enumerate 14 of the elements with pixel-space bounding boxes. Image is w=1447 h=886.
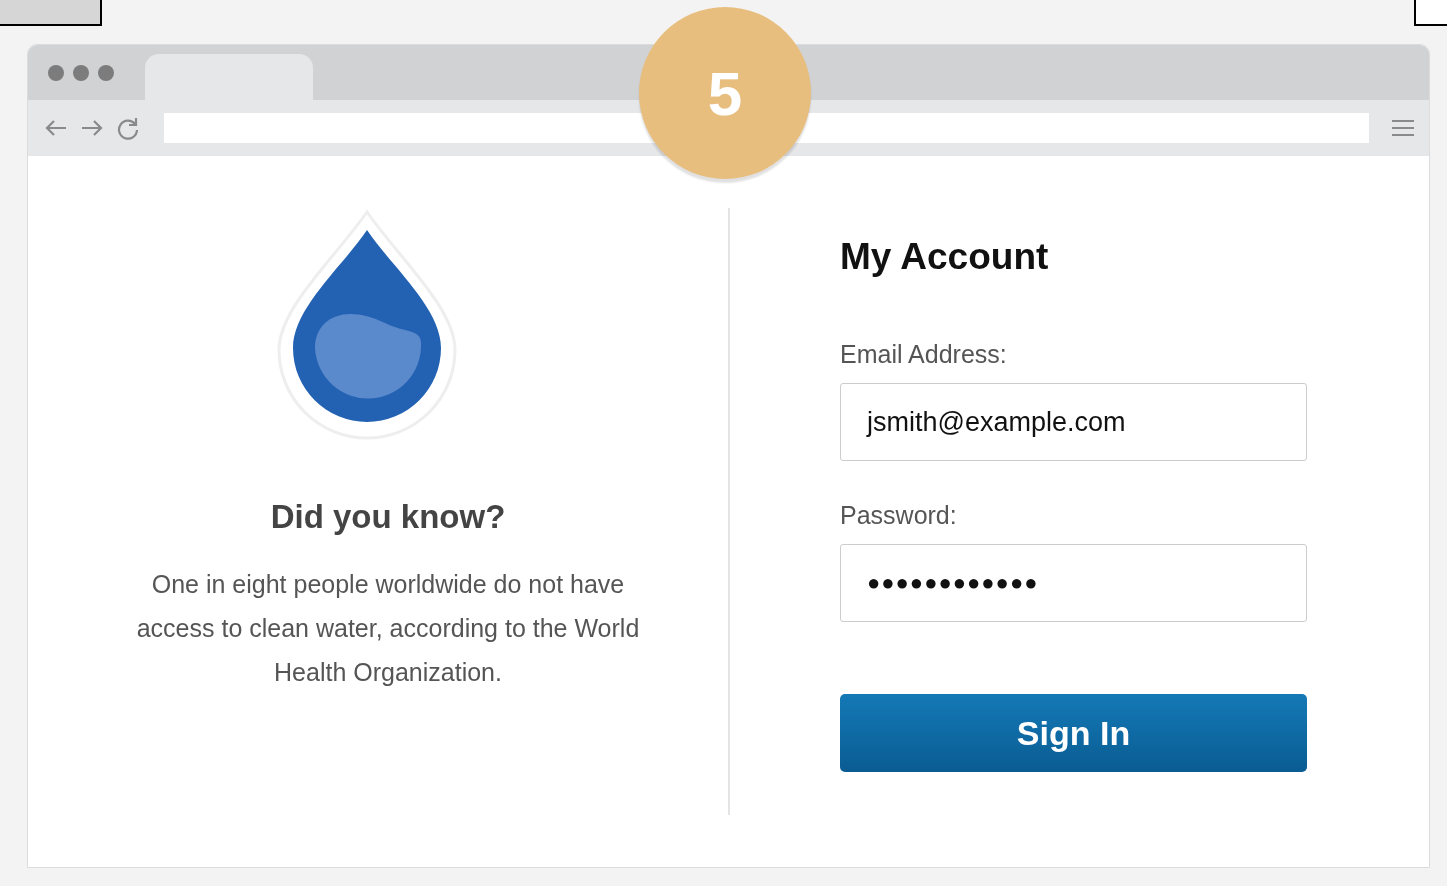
field-label: Password: [840, 501, 958, 530]
back-arrow-icon[interactable] [44, 119, 68, 137]
water-drop-icon [275, 208, 459, 440]
forward-arrow-icon[interactable] [80, 119, 104, 137]
info-text: One in eight people worldwide do not have access to clean water, according to the World Health Organization. [135, 569, 641, 688]
password-field[interactable]: ●●●●●●●●●●●● [840, 544, 1307, 622]
reload-icon[interactable] [116, 116, 140, 140]
menu-icon[interactable] [1391, 119, 1415, 137]
window-controls-icon[interactable] [47, 64, 115, 82]
sign-in-button[interactable]: Sign In [840, 694, 1307, 772]
info-heading: Did you know? [270, 498, 506, 536]
email-field[interactable]: jsmith@example.com [840, 383, 1307, 461]
field-label: Email Address: [840, 340, 1008, 369]
form-title: My Account [840, 236, 1050, 278]
